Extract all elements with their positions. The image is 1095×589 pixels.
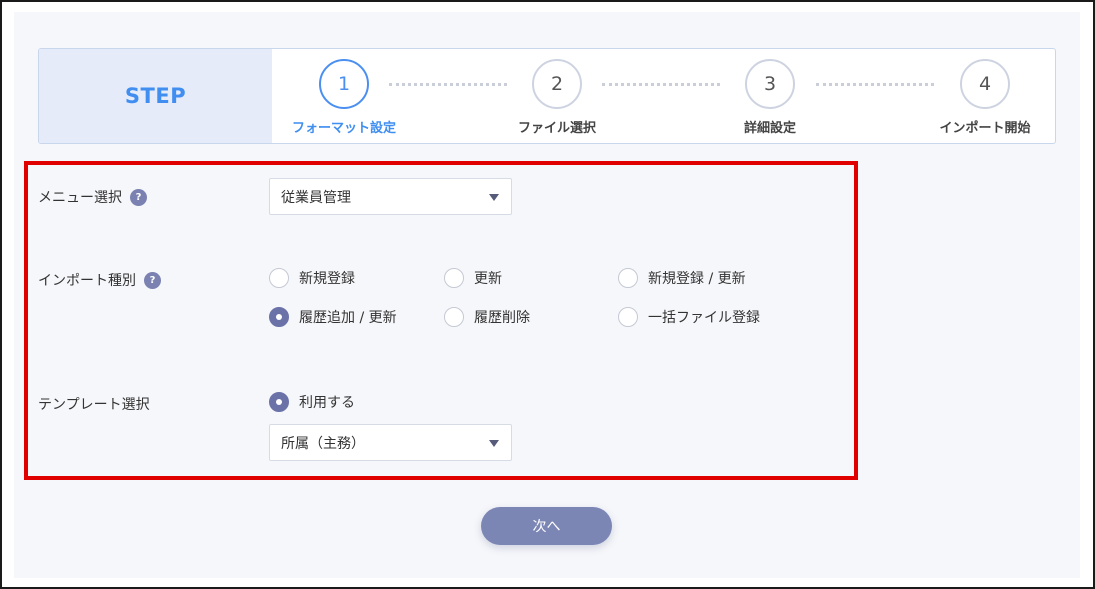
radio-circle-icon[interactable] — [444, 307, 464, 327]
import-type-label: インポート種別 — [38, 273, 136, 289]
step-number: 2 — [532, 59, 582, 109]
next-button[interactable]: 次へ — [481, 507, 612, 545]
radio-update[interactable]: 更新 — [444, 268, 502, 288]
radio-use-template[interactable]: 利用する — [269, 392, 355, 412]
radio-label: 新規登録 — [299, 271, 355, 287]
template-select-row-label: テンプレート選択 — [38, 394, 150, 414]
step-number: 4 — [960, 59, 1010, 109]
radio-circle-icon[interactable] — [269, 307, 289, 327]
radio-bulk-file-registration[interactable]: 一括ファイル登録 — [618, 307, 760, 327]
step-label: フォーマット設定 — [291, 121, 396, 136]
menu-select[interactable]: 従業員管理 — [269, 178, 512, 215]
radio-label: 履歴追加 / 更新 — [299, 310, 397, 326]
step-heading: STEP — [39, 49, 272, 143]
import-type-row-label: インポート種別 ? — [38, 270, 161, 290]
radio-label: 新規登録 / 更新 — [648, 271, 746, 287]
step-label: 詳細設定 — [743, 121, 796, 136]
help-icon[interactable]: ? — [130, 188, 147, 206]
window-frame: STEP 1 フォーマット設定 2 ファイル選択 3 詳細設定 4 インポート開… — [0, 0, 1095, 589]
step-label: ファイル選択 — [517, 121, 596, 136]
radio-label: 利用する — [299, 395, 355, 411]
radio-circle-icon[interactable] — [444, 268, 464, 288]
step-1: 1 フォーマット設定 — [274, 59, 414, 136]
menu-select-row-label: メニュー選択 ? — [38, 187, 147, 207]
radio-new-or-update[interactable]: 新規登録 / 更新 — [618, 268, 746, 288]
radio-circle-icon[interactable] — [618, 307, 638, 327]
step-indicator: STEP 1 フォーマット設定 2 ファイル選択 3 詳細設定 4 インポート開… — [38, 48, 1056, 144]
step-number: 3 — [745, 59, 795, 109]
chevron-down-icon — [489, 440, 499, 447]
radio-circle-icon[interactable] — [618, 268, 638, 288]
step-number: 1 — [319, 59, 369, 109]
step-2: 2 ファイル選択 — [487, 59, 627, 136]
radio-history-delete[interactable]: 履歴削除 — [444, 307, 530, 327]
help-icon[interactable]: ? — [144, 271, 161, 289]
template-select[interactable]: 所属（主務） — [269, 424, 512, 461]
radio-new-registration[interactable]: 新規登録 — [269, 268, 355, 288]
radio-circle-icon[interactable] — [269, 392, 289, 412]
step-4: 4 インポート開始 — [915, 59, 1055, 136]
radio-history-add-update[interactable]: 履歴追加 / 更新 — [269, 307, 397, 327]
menu-select-value: 従業員管理 — [281, 189, 351, 206]
radio-label: 一括ファイル登録 — [648, 310, 760, 326]
radio-label: 更新 — [474, 271, 502, 287]
menu-select-label: メニュー選択 — [38, 190, 122, 206]
chevron-down-icon — [489, 194, 499, 201]
step-label: インポート開始 — [939, 121, 1031, 136]
step-3: 3 詳細設定 — [700, 59, 840, 136]
template-select-value: 所属（主務） — [281, 435, 365, 452]
radio-label: 履歴削除 — [474, 310, 530, 326]
template-select-label: テンプレート選択 — [38, 397, 150, 413]
radio-circle-icon[interactable] — [269, 268, 289, 288]
